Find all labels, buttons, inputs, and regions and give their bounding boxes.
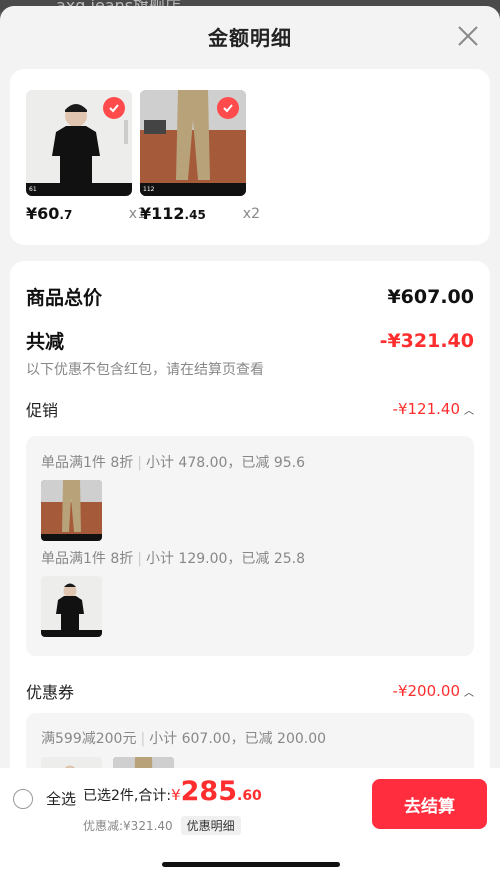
total-reduce-label: 共减	[26, 331, 65, 353]
chevron-up-icon: ︿	[464, 405, 474, 417]
product-image-pants: 112	[140, 90, 246, 196]
sheet-header: 金额明细	[0, 6, 500, 66]
selected-check-icon	[217, 97, 239, 119]
promo-rule-text: 单品满1件 8折 | 小计 478.00，已减 95.6	[41, 455, 306, 471]
discount-note: 以下优惠不包含红包，请在结算页查看	[26, 362, 264, 378]
total-price-label: 商品总价	[26, 287, 103, 309]
total-price-value: ¥607.00	[387, 285, 474, 308]
home-indicator-area	[0, 838, 500, 873]
product-item[interactable]: 61 ¥60.7 x1	[26, 90, 146, 223]
discount-line: 优惠减:¥321.40 优惠明细	[83, 816, 241, 835]
total-reduce-value: -¥321.40	[379, 329, 474, 352]
product-item[interactable]: 112 ¥112.45 x2	[140, 90, 260, 223]
coupon-label: 优惠券	[26, 683, 75, 702]
close-icon[interactable]	[456, 24, 480, 48]
product-price: ¥60.7	[26, 204, 73, 223]
total-currency: ¥	[171, 786, 181, 804]
checkout-button[interactable]: 去结算	[372, 779, 487, 829]
total-reduce-row: 共减 -¥321.40	[26, 327, 474, 354]
selected-check-icon	[103, 97, 125, 119]
coupon-row[interactable]: 优惠券 -¥200.00 ︿	[26, 679, 474, 703]
promo-label: 促销	[26, 401, 59, 420]
checkout-bar: 全选 已选2件,合计:¥285.60 优惠减:¥321.40 优惠明细 去结算	[0, 768, 500, 838]
product-image-tshirt: 61	[26, 90, 132, 196]
promo-value: -¥121.40	[392, 400, 460, 418]
coupon-rule-text: 满599减200元 | 小计 607.00，已减 200.00	[41, 731, 327, 747]
promo-detail-box: 单品满1件 8折 | 小计 478.00，已减 95.6 单品满1件 8折 | 小计 1…	[26, 436, 474, 656]
chevron-up-icon: ︿	[464, 687, 474, 699]
product-thumb-pants	[41, 480, 102, 541]
coupon-value: -¥200.00	[392, 682, 460, 700]
promo-row[interactable]: 促销 -¥121.40 ︿	[26, 397, 474, 421]
total-price-row: 商品总价 ¥607.00	[26, 283, 474, 310]
sheet-title: 金额明细	[208, 25, 292, 50]
promo-rule-text: 单品满1件 8折 | 小计 129.00，已减 25.8	[41, 551, 306, 567]
product-quantity: x2	[242, 206, 260, 222]
select-all-label[interactable]: 全选	[46, 788, 76, 809]
checkout-summary: 已选2件,合计:¥285.60	[83, 776, 262, 807]
discount-detail-button[interactable]: 优惠明细	[180, 816, 241, 835]
discount-text: 优惠减:¥321.40	[83, 819, 173, 833]
checkout-total-dec: .60	[237, 788, 262, 804]
product-price: ¥112.45	[140, 204, 206, 223]
product-image-footer: 112	[140, 183, 246, 196]
selected-count-text: 已选2件,合计:	[83, 788, 172, 804]
product-card: 61 ¥60.7 x1 112 ¥112.45 x2	[10, 69, 490, 245]
select-all-radio[interactable]	[13, 789, 33, 809]
product-thumb-tshirt	[41, 576, 102, 637]
checkout-total-int: 285	[180, 776, 237, 807]
product-image-footer: 61	[26, 183, 132, 196]
home-indicator[interactable]	[162, 862, 340, 867]
amount-detail-sheet: 金额明细 61 ¥60.7 x1 112 ¥112.45 x2 商品总价 ¥60…	[0, 6, 500, 873]
